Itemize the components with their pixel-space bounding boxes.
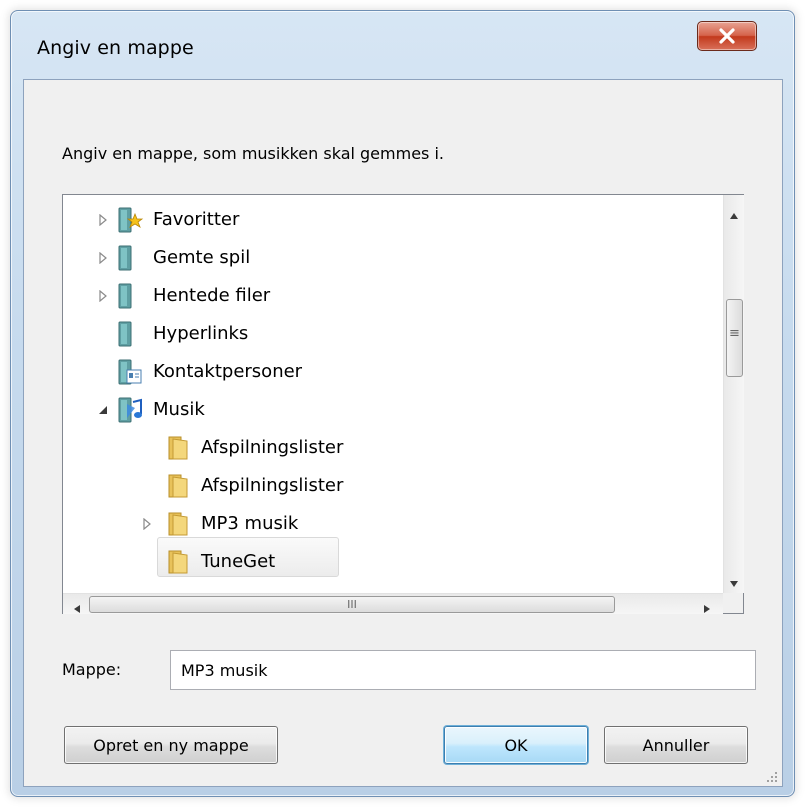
music-folder-icon <box>115 396 145 429</box>
close-icon <box>719 28 735 44</box>
scroll-left-arrow-icon[interactable] <box>73 599 81 618</box>
tree-item-label: Musik <box>153 399 205 420</box>
scroll-right-arrow-icon[interactable] <box>703 599 711 618</box>
dialog-client-area: Angiv en mappe, som musikken skal gemmes… <box>23 79 783 787</box>
horizontal-scrollbar[interactable]: III <box>63 593 723 614</box>
downloads-folder-icon <box>115 282 145 315</box>
scroll-down-arrow-icon[interactable] <box>729 573 739 592</box>
horizontal-scroll-thumb[interactable]: III <box>89 596 615 613</box>
folder-icon <box>161 511 191 542</box>
tree-item-label: MP3 musik <box>201 513 299 534</box>
tree-viewport: Favoritter Gemte spil Hentede filer Hype… <box>63 195 723 593</box>
contacts-folder-icon <box>115 358 145 391</box>
grip-icon: ≡ <box>729 326 740 341</box>
folder-tree[interactable]: Favoritter Gemte spil Hentede filer Hype… <box>62 194 744 614</box>
tree-item-label: Hentede filer <box>153 285 271 306</box>
vertical-scroll-thumb[interactable]: ≡ <box>726 299 743 377</box>
tree-item-label: Gemte spil <box>153 247 251 268</box>
folder-icon <box>161 549 191 580</box>
tree-item-label: TuneGet <box>201 551 276 572</box>
close-button[interactable] <box>697 21 757 51</box>
folder-icon <box>161 473 191 504</box>
tree-item-label: Hyperlinks <box>153 323 249 344</box>
scroll-up-arrow-icon[interactable] <box>729 205 739 224</box>
collapse-arrow-icon[interactable] <box>97 404 109 416</box>
folder-icon <box>161 435 191 466</box>
dialog-window: Angiv en mappe Angiv en mappe, som musik… <box>10 10 795 797</box>
folder-field[interactable]: MP3 musik <box>170 650 756 690</box>
tree-item-label: Afspilningslister <box>201 475 344 496</box>
new-folder-button[interactable]: Opret en ny mappe <box>64 726 278 764</box>
window-title: Angiv en mappe <box>37 37 194 59</box>
resize-grip-icon[interactable] <box>764 768 778 782</box>
scrollbar-corner <box>723 593 743 613</box>
tree-item-label: Kontaktpersoner <box>153 361 303 382</box>
grip-icon: III <box>347 598 357 611</box>
expand-arrow-icon[interactable] <box>97 290 109 302</box>
title-bar[interactable]: Angiv en mappe <box>11 11 794 79</box>
links-folder-icon <box>115 320 145 353</box>
saved-games-folder-icon <box>115 244 145 277</box>
vertical-scrollbar[interactable]: ≡ <box>723 195 744 593</box>
folder-field-label: Mappe: <box>62 660 122 679</box>
cancel-button[interactable]: Annuller <box>604 726 748 764</box>
tree-item-label: Favoritter <box>153 209 240 230</box>
tree-item-label: Afspilningslister <box>201 437 344 458</box>
favorites-folder-icon <box>115 206 145 239</box>
ok-button[interactable]: OK <box>444 726 588 764</box>
expand-arrow-icon[interactable] <box>97 214 109 226</box>
prompt-text: Angiv en mappe, som musikken skal gemmes… <box>62 144 444 163</box>
expand-arrow-icon[interactable] <box>141 518 153 530</box>
expand-arrow-icon[interactable] <box>97 252 109 264</box>
